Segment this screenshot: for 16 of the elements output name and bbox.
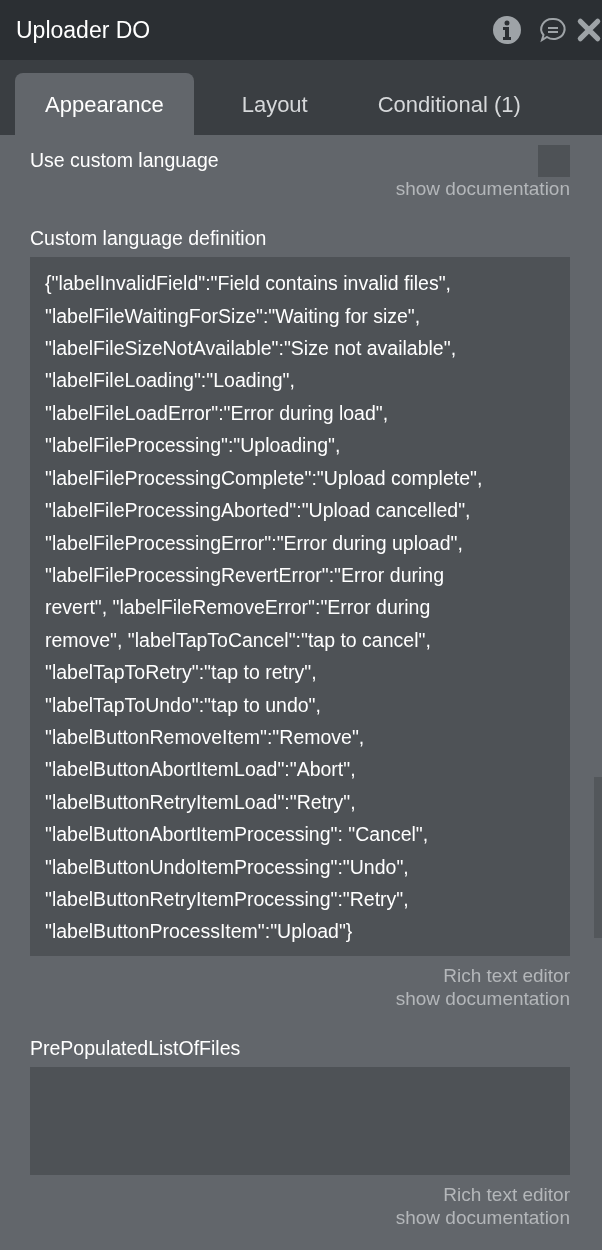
comment-icon[interactable] — [538, 15, 568, 45]
close-icon[interactable] — [576, 17, 602, 43]
field-label: Custom language definition — [30, 226, 268, 251]
rich-text-editor-link[interactable]: Rich text editor — [443, 1183, 570, 1207]
tab[interactable]: Conditional (1) — [347, 73, 551, 135]
text-area[interactable]: {"labelInvalidField":"Field contains invalid files", "labelFileWaitingForSize":"Waiting for size", "labelFileSizeNotAvailable":"Size not available", "labelFileLoading":"Loading", "labelFileLoadError":"Error during load", "labelFileProcessing":"Uploading", "labelFileProcessingComplete":"Upload complete", "labelFileProcessingAborted":"Upload cancelled", "labelFileProcessingError":"Error during upload", "labelFileProcessingRevertError":"Error during revert", "labelFileRemoveError":"Error during remove", "labelTapToCancel":"tap to cancel", "labelTapToRetry":"tap to retry", "labelTapToUndo":"tap to undo", "labelButtonRemoveItem":"Remove", "labelButtonAbortItemLoad":"Abort", "labelButtonRetryItemLoad":"Retry", "labelButtonAbortItemProcessing": "Cancel", "labelButtonUndoItemProcessing":"Undo", "labelButtonRetryItemProcessing":"Retry", "labelButtonProcessItem":"Upload"} — [30, 257, 570, 956]
info-icon[interactable] — [492, 15, 522, 45]
documentation-link[interactable]: show documentation — [395, 986, 570, 1010]
tab[interactable]: Appearance — [15, 73, 194, 135]
documentation-link[interactable]: show documentation — [395, 1206, 570, 1230]
tab[interactable]: Layout — [211, 73, 338, 135]
field-label: Use custom language — [30, 148, 219, 174]
documentation-link[interactable]: show documentation — [395, 177, 570, 200]
window-title: Uploader DO — [16, 15, 152, 45]
field-label: PrePopulatedListOfFiles — [30, 1035, 242, 1061]
rich-text-editor-link[interactable]: Rich text editor — [443, 963, 570, 987]
